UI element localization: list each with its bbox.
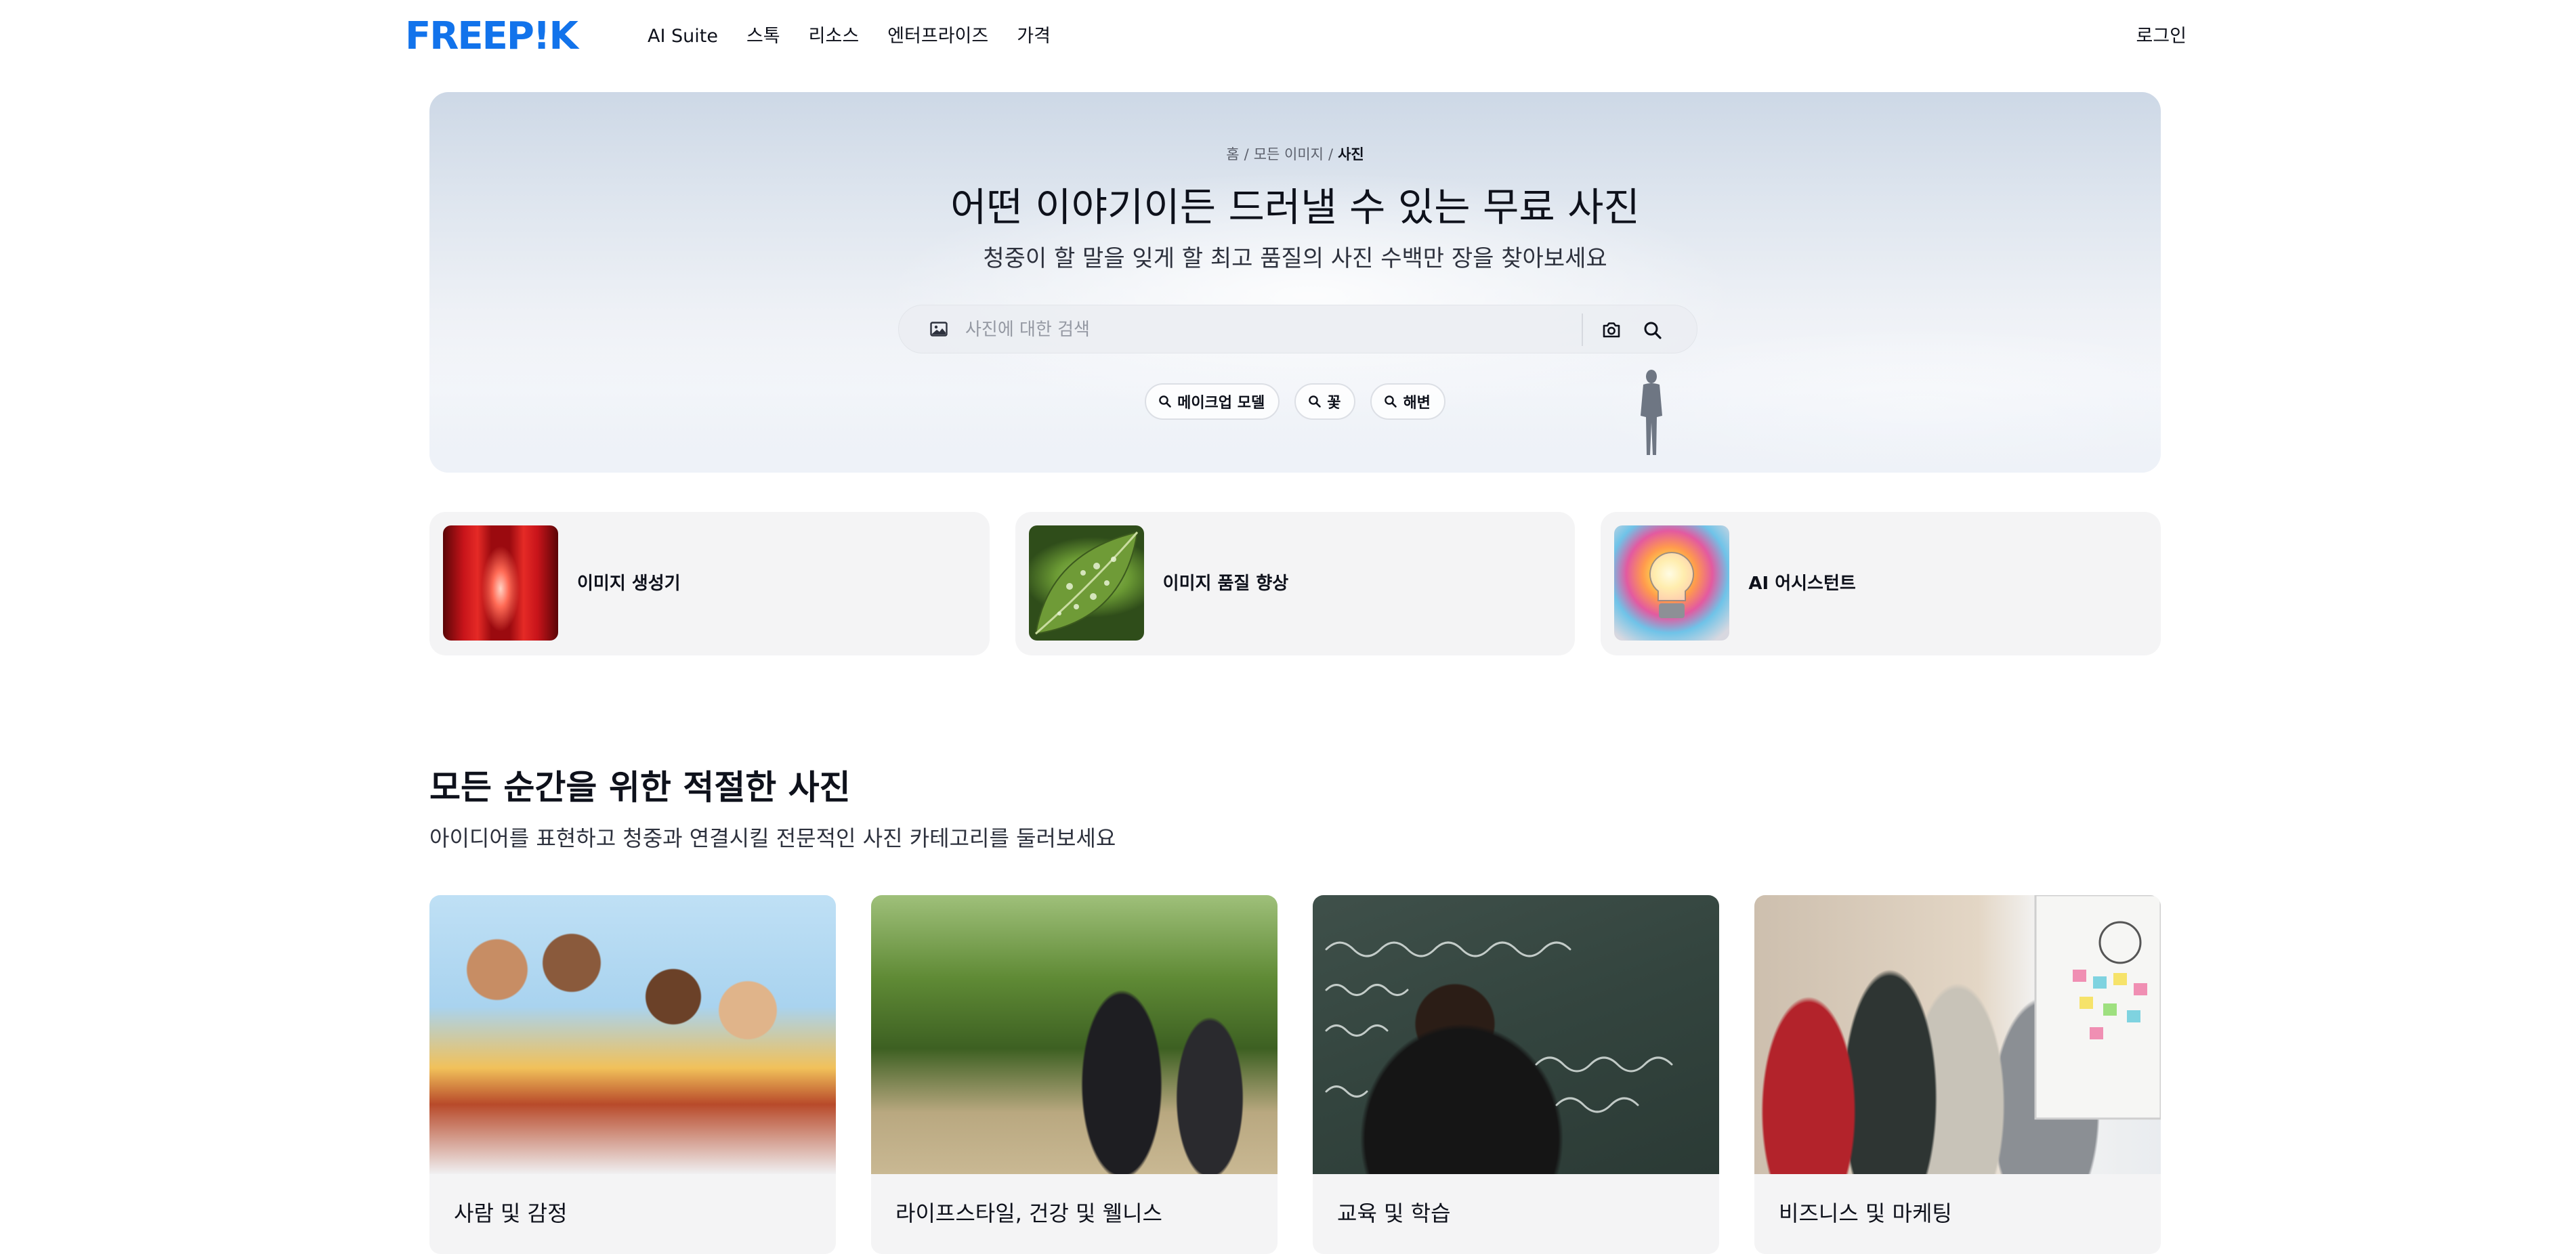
lightbulb-illustration (1649, 551, 1695, 618)
category-grid: 사람 및 감정 라이프스타일, 건강 및 웰니스 교육 및 학습 비즈니스 및 … (429, 895, 2161, 1254)
category-label: 라이프스타일, 건강 및 웰니스 (895, 1201, 1162, 1226)
category-card-business[interactable]: 비즈니스 및 마케팅 (1754, 895, 2161, 1254)
people-emotions-photo (429, 895, 836, 1174)
ai-assistant-thumbnail (1614, 525, 1730, 641)
chalkboard-scribbles (1325, 941, 1673, 1113)
education-learning-photo (1313, 895, 1719, 1174)
categories-subtitle: 아이디어를 표현하고 청중과 연결시킬 전문적인 사진 카테고리를 둘러보세요 (429, 825, 1116, 851)
search-bar (898, 305, 1697, 353)
feature-label: 이미지 품질 향상 (1162, 574, 1289, 594)
feature-card-image-upscaler[interactable]: 이미지 품질 향상 (1015, 512, 1576, 655)
nav-pricing[interactable]: 가격 (1017, 23, 1051, 50)
category-label: 교육 및 학습 (1337, 1201, 1451, 1226)
category-label: 사람 및 감정 (454, 1201, 568, 1226)
nav-stock[interactable]: 스톡 (746, 23, 780, 50)
image-type-icon[interactable] (930, 322, 948, 337)
ai-tools-row: 이미지 생성기 이미지 품질 향상 AI 어시스턴트 (429, 512, 2161, 655)
feature-card-ai-assistant[interactable]: AI 어시스턴트 (1601, 512, 2161, 655)
chip-label: 해변 (1403, 395, 1431, 412)
search-icon (1159, 395, 1171, 408)
standing-person-silhouette (1641, 370, 1662, 455)
image-upscaler-thumbnail (1028, 525, 1144, 641)
freepik-logo[interactable]: FREEP!K (405, 18, 578, 56)
search-icon[interactable] (1643, 320, 1663, 341)
feature-card-image-generator[interactable]: 이미지 생성기 (429, 512, 990, 655)
categories-title: 모든 순간을 위한 적절한 사진 (429, 768, 851, 807)
breadcrumb-current: 사진 (1338, 146, 1364, 163)
chip-flower[interactable]: 꽃 (1294, 383, 1356, 420)
chip-beach[interactable]: 해변 (1370, 383, 1445, 420)
nav-resources[interactable]: 리소스 (809, 23, 860, 50)
feature-label: AI 어시스턴트 (1748, 574, 1856, 594)
search-input[interactable] (965, 315, 1575, 345)
category-label: 비즈니스 및 마케팅 (1779, 1201, 1952, 1226)
page-subtitle: 청중이 할 말을 잊게 할 최고 품질의 사진 수백만 장을 찾아보세요 (983, 245, 1607, 272)
image-generator-thumbnail (443, 525, 558, 641)
suggested-searches: 메이크업 모델 꽃 해변 (429, 383, 2161, 420)
feature-label: 이미지 생성기 (577, 574, 681, 594)
main-nav: AI Suite 스톡 리소스 엔터프라이즈 가격 (648, 23, 1079, 50)
business-marketing-photo (1754, 895, 2161, 1174)
lifestyle-wellness-photo (871, 895, 1278, 1174)
breadcrumb-all-images[interactable]: 모든 이미지 (1254, 146, 1324, 163)
category-card-lifestyle[interactable]: 라이프스타일, 건강 및 웰니스 (871, 895, 1278, 1254)
chip-makeup-model[interactable]: 메이크업 모델 (1145, 383, 1280, 420)
page-title: 어떤 이야기이든 드러낼 수 있는 무료 사진 (950, 184, 1640, 230)
search-icon (1385, 395, 1397, 408)
hero-banner: 홈 / 모든 이미지 / 사진 어떤 이야기이든 드러낼 수 있는 무료 사진 청중이 … (429, 92, 2161, 473)
nav-enterprise[interactable]: 엔터프라이즈 (887, 23, 988, 50)
category-card-people[interactable]: 사람 및 감정 (429, 895, 836, 1254)
login-link[interactable]: 로그인 (2136, 23, 2187, 50)
search-divider (1582, 314, 1583, 346)
camera-search-icon[interactable] (1601, 320, 1622, 339)
chip-label: 메이크업 모델 (1177, 395, 1265, 412)
top-navigation: FREEP!K AI Suite 스톡 리소스 엔터프라이즈 가격 로그인 (0, 0, 2576, 73)
chip-label: 꽃 (1327, 395, 1341, 412)
whiteboard-sticky-notes (2034, 895, 2161, 1120)
nav-ai-suite[interactable]: AI Suite (648, 23, 718, 50)
breadcrumb-home[interactable]: 홈 (1226, 146, 1239, 163)
category-card-education[interactable]: 교육 및 학습 (1313, 895, 1719, 1254)
leaf-droplets-illustration (1034, 531, 1138, 635)
breadcrumb: 홈 / 모든 이미지 / 사진 (1226, 146, 1364, 163)
search-icon (1309, 395, 1321, 408)
